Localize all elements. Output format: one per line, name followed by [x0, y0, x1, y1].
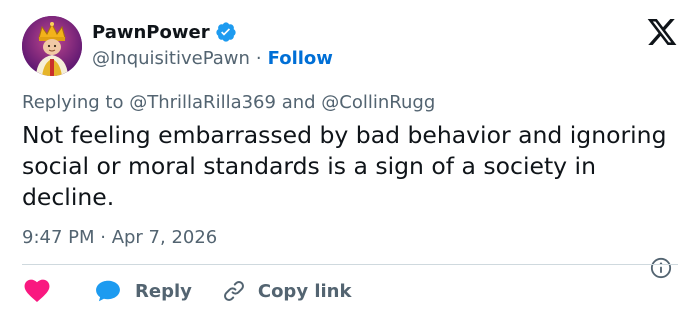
- replying-to-line: Replying to @ThrillaRilla369 and @Collin…: [22, 92, 435, 113]
- info-icon[interactable]: [650, 257, 672, 279]
- handle-row: @InquisitivePawn · Follow: [92, 48, 333, 69]
- follow-button[interactable]: Follow: [268, 48, 333, 69]
- mention-link[interactable]: @CollinRugg: [321, 92, 435, 113]
- avatar[interactable]: [22, 16, 82, 76]
- separator-dot: ·: [255, 48, 262, 69]
- x-logo-icon[interactable]: [646, 16, 678, 48]
- reply-label: Reply: [135, 280, 192, 302]
- copy-link-button[interactable]: Copy link: [222, 279, 352, 303]
- author-name-row: PawnPower: [92, 20, 237, 44]
- link-icon: [223, 281, 244, 301]
- copy-link-label: Copy link: [257, 280, 352, 302]
- heart-icon: [24, 279, 50, 303]
- handle[interactable]: @InquisitivePawn: [92, 48, 250, 69]
- chess-king-avatar-icon: [22, 16, 82, 76]
- reply-button[interactable]: Reply: [95, 279, 192, 303]
- divider: [22, 264, 678, 265]
- display-name[interactable]: PawnPower: [92, 22, 210, 43]
- tweet-timestamp[interactable]: 9:47 PM · Apr 7, 2026: [22, 227, 217, 248]
- reply-bubble-icon: [96, 280, 120, 302]
- replying-prefix: Replying to: [22, 92, 124, 113]
- mention-link[interactable]: @ThrillaRilla369: [129, 92, 276, 113]
- tweet-text: Not feeling embarrassed by bad behavior …: [22, 121, 667, 211]
- replying-joiner: and: [281, 92, 316, 113]
- action-bar: Reply Copy link: [22, 276, 351, 306]
- tweet-card: PawnPower @InquisitivePawn · Follow Repl…: [0, 0, 700, 318]
- like-button[interactable]: [22, 279, 50, 303]
- verified-badge-icon: [215, 22, 236, 42]
